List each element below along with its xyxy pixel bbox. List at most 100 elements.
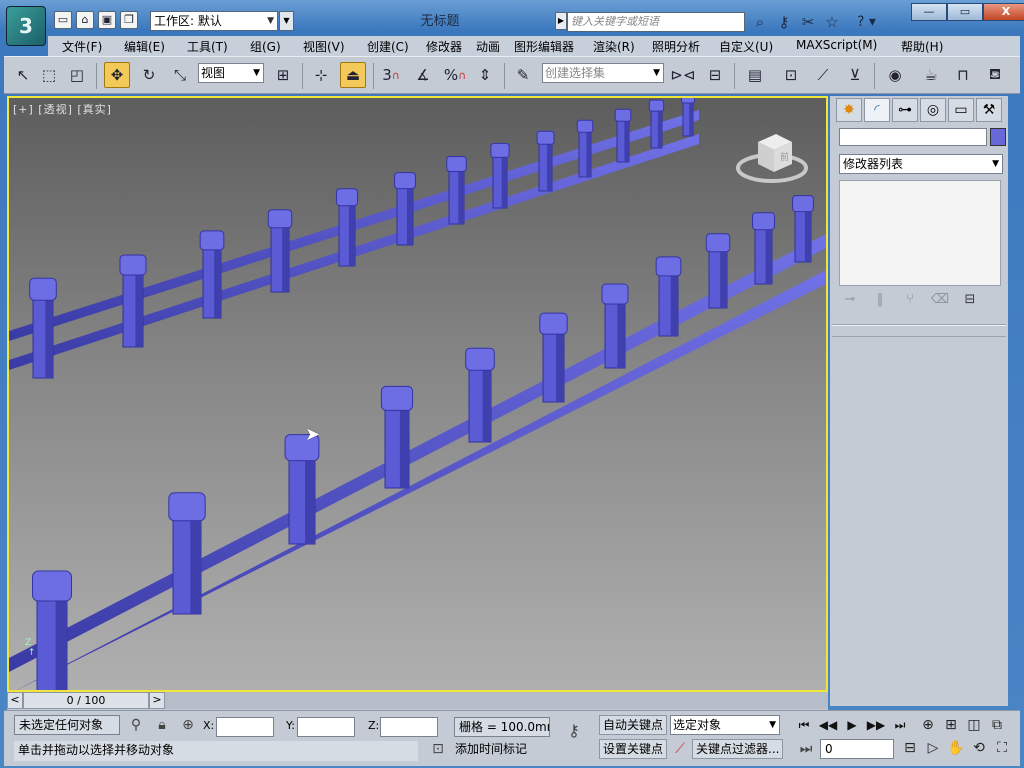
viewport-label[interactable]: [+] [透视] [真实] [13,101,112,117]
named-selection-set[interactable]: 创建选择集 ▼ [542,63,664,83]
object-name-field[interactable] [839,128,987,146]
spinner-snap-icon[interactable]: ⇕ [472,62,498,88]
edit-named-selection-icon[interactable]: ✎ [510,62,536,88]
rect-select-region-icon[interactable]: ⬚ [36,62,62,88]
render-setup-icon[interactable]: ☕ [918,62,944,88]
angle-snap-icon[interactable]: ∡ [410,62,436,88]
time-slider-thumb[interactable]: 0 / 100 [23,692,149,709]
close-button[interactable]: X [983,3,1024,21]
play-icon[interactable]: ▶ [842,715,862,735]
create-tab-icon[interactable]: ✸ [836,98,862,122]
menu-lighting-analysis[interactable]: 照明分析 [652,38,700,55]
maximize-viewport-icon[interactable]: ⛶ [992,737,1012,759]
window-crossing-icon[interactable]: ◰ [64,62,90,88]
help-search-input[interactable]: 键入关键字或短语 [567,12,745,32]
key-filters-button[interactable]: 关键点过滤器... [692,739,784,759]
configure-sets-icon[interactable]: ⊟ [959,292,981,307]
align-icon[interactable]: ⊟ [702,62,728,88]
object-color-swatch[interactable] [990,128,1006,146]
key-filter-icon[interactable]: ⟋ [670,741,690,757]
snaps-toggle-icon[interactable]: 3 ∩ [378,62,404,88]
menu-tools[interactable]: 工具(T) [187,38,228,55]
make-unique-icon[interactable]: ⑂ [899,292,921,307]
current-frame-field[interactable]: 0 [820,739,894,759]
pivot-center-icon[interactable]: ⊞ [270,62,296,88]
add-time-tag[interactable]: 添加时间标记 [452,740,530,760]
star-icon[interactable]: ☆ [822,12,842,32]
isolate-selection-icon[interactable]: ⚲ [126,717,146,733]
zoom-extents-all-icon[interactable]: ⧉ [987,715,1007,735]
mirror-icon[interactable]: ⊳⊲ [670,62,696,88]
motion-tab-icon[interactable]: ◎ [920,98,946,122]
menu-animation[interactable]: 动画 [476,38,500,55]
z-coordinate-field[interactable] [380,717,438,737]
show-end-result-icon[interactable]: ‖ [869,292,891,307]
time-configuration-icon[interactable]: ⊟ [900,737,920,759]
scene-explorer-icon[interactable]: ⊡ [778,62,804,88]
menu-help[interactable]: 帮助(H) [901,38,943,55]
select-object-icon[interactable]: ↖ [10,62,36,88]
absolute-mode-icon[interactable]: ⊕ [178,717,198,733]
zoom-all-icon[interactable]: ⊞ [941,715,961,735]
zoom-icon[interactable]: ⊕ [918,715,938,735]
application-button[interactable]: 3 [6,6,46,46]
key-icon[interactable]: ⚷ [564,721,584,740]
binoculars-icon[interactable]: ⌕ [750,12,770,32]
percent-snap-icon[interactable]: % ∩ [442,62,468,88]
auto-key-button[interactable]: 自动关键点 [599,715,668,735]
menu-maxscript[interactable]: MAXScript(M) [796,38,877,52]
tools-icon[interactable]: ✂ [798,12,818,32]
go-to-start-icon[interactable]: ⏮ [794,715,814,735]
set-key-button[interactable]: 设置关键点 [599,739,668,759]
menu-file[interactable]: 文件(F) [62,38,102,55]
minimize-button[interactable]: — [911,3,947,21]
select-manipulate-icon[interactable]: ⊹ [308,62,334,88]
previous-frame-icon[interactable]: ◀◀ [818,715,838,735]
menu-customize[interactable]: 自定义(U) [719,38,773,55]
pan-view-icon[interactable]: ✋ [946,737,966,759]
menu-graph-editors[interactable]: 图形编辑器 [514,38,574,55]
reference-coordinate-select[interactable]: 视图 ▼ [198,63,264,83]
schematic-view-icon[interactable]: ⊻ [842,62,868,88]
select-and-move-icon[interactable]: ✥ [104,62,130,88]
keyboard-shortcut-override-icon[interactable]: ⏏ [340,62,366,88]
perspective-viewport[interactable]: [+] [透视] [真实] 前 ➤ Z ↑ [7,96,828,692]
time-slider-next[interactable]: > [149,692,165,709]
menu-edit[interactable]: 编辑(E) [124,38,165,55]
time-tag-icon[interactable]: ⊡ [428,741,448,757]
hierarchy-tab-icon[interactable]: ⊶ [892,98,918,122]
pin-stack-icon[interactable]: ⊸ [839,292,861,307]
menu-group[interactable]: 组(G) [250,38,281,55]
viewcube[interactable]: 前 [736,128,812,188]
modifier-list-select[interactable]: 修改器列表 ▼ [839,154,1003,174]
time-slider-prev[interactable]: < [7,692,23,709]
select-and-scale-icon[interactable]: ⤡ [167,62,193,88]
select-and-rotate-icon[interactable]: ↻ [136,62,162,88]
field-of-view-icon[interactable]: ▷ [923,737,943,759]
remove-modifier-icon[interactable]: ⌫ [929,292,951,307]
menu-create[interactable]: 创建(C) [367,38,409,55]
curve-editor-icon[interactable]: ⟋ [810,62,836,88]
menu-rendering[interactable]: 渲染(R) [593,38,635,55]
layer-manager-icon[interactable]: ▤ [742,62,768,88]
menu-view[interactable]: 视图(V) [303,38,345,55]
go-to-end-icon[interactable]: ⏭ [890,715,910,735]
track-bar[interactable] [165,692,828,709]
maximize-button[interactable]: ▭ [947,3,983,21]
help-icon[interactable]: ? ▾ [857,12,887,32]
lock-selection-icon[interactable]: 🔒︎ [152,717,172,733]
x-coordinate-field[interactable] [216,717,274,737]
material-editor-icon[interactable]: ◉ [882,62,908,88]
y-coordinate-field[interactable] [297,717,355,737]
menu-modifiers[interactable]: 修改器 [426,38,462,55]
render-production-icon[interactable]: ⛾ [982,62,1008,88]
utilities-tab-icon[interactable]: ⚒ [976,98,1002,122]
search-expand-icon[interactable]: ▶ [555,12,567,30]
modifier-stack[interactable] [839,180,1001,286]
zoom-extents-icon[interactable]: ◫ [964,715,984,735]
key-mode-toggle-icon[interactable]: ⏭ [796,741,816,757]
modify-tab-icon[interactable]: ◜ [864,98,890,122]
key-mode-select[interactable]: 选定对象 ▼ [670,715,780,735]
key-icon[interactable]: ⚷ [774,12,794,32]
next-frame-icon[interactable]: ▶▶ [866,715,886,735]
